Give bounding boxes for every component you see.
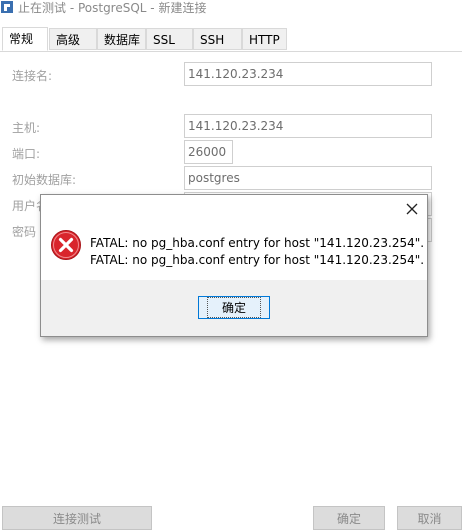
tab-label: 数据库	[104, 33, 141, 47]
window-title: 止在测试 - PostgreSQL - 新建连接	[18, 1, 207, 15]
host-label: 主机:	[12, 121, 41, 135]
tab-database[interactable]: 数据库	[97, 28, 146, 50]
dialog-ok-button[interactable]: 确定	[198, 296, 270, 319]
error-dialog: FATAL: no pg_hba.conf entry for host "14…	[40, 194, 428, 337]
tab-http[interactable]: HTTP	[242, 28, 287, 50]
port-label: 端口:	[12, 147, 41, 161]
tab-label: SSH	[200, 33, 225, 47]
initial-db-field[interactable]: postgres	[184, 166, 432, 190]
host-field[interactable]: 141.120.23.234	[184, 114, 432, 138]
tab-label: SSL	[153, 33, 175, 47]
tab-ssl[interactable]: SSL	[146, 28, 193, 50]
test-connection-button[interactable]: 连接测试	[2, 506, 152, 530]
close-icon[interactable]	[403, 200, 421, 218]
tab-strip-divider	[0, 51, 462, 52]
initial-db-label: 初始数据库:	[12, 173, 77, 187]
error-icon	[51, 230, 81, 260]
error-message-line: FATAL: no pg_hba.conf entry for host "14…	[90, 236, 425, 250]
tab-label: HTTP	[249, 33, 280, 47]
password-label: 密码	[12, 225, 37, 239]
connection-name-field[interactable]: 141.120.23.234	[184, 62, 432, 86]
connection-name-label: 连接名:	[12, 69, 53, 83]
ok-button[interactable]: 确定	[313, 506, 385, 530]
port-field[interactable]: 26000	[184, 140, 233, 164]
error-message-line: FATAL: no pg_hba.conf entry for host "14…	[90, 253, 425, 267]
cancel-button[interactable]: 取消	[397, 506, 462, 530]
tab-general[interactable]: 常规	[2, 27, 48, 51]
dialog-ok-label: 确定	[206, 297, 261, 318]
title-bar: 止在测试 - PostgreSQL - 新建连接	[0, 0, 462, 16]
tab-label: 常规	[9, 32, 34, 46]
tab-advanced[interactable]: 高级	[49, 28, 97, 50]
app-icon	[1, 1, 13, 13]
tab-label: 高级	[56, 33, 81, 47]
tab-ssh[interactable]: SSH	[193, 28, 242, 50]
